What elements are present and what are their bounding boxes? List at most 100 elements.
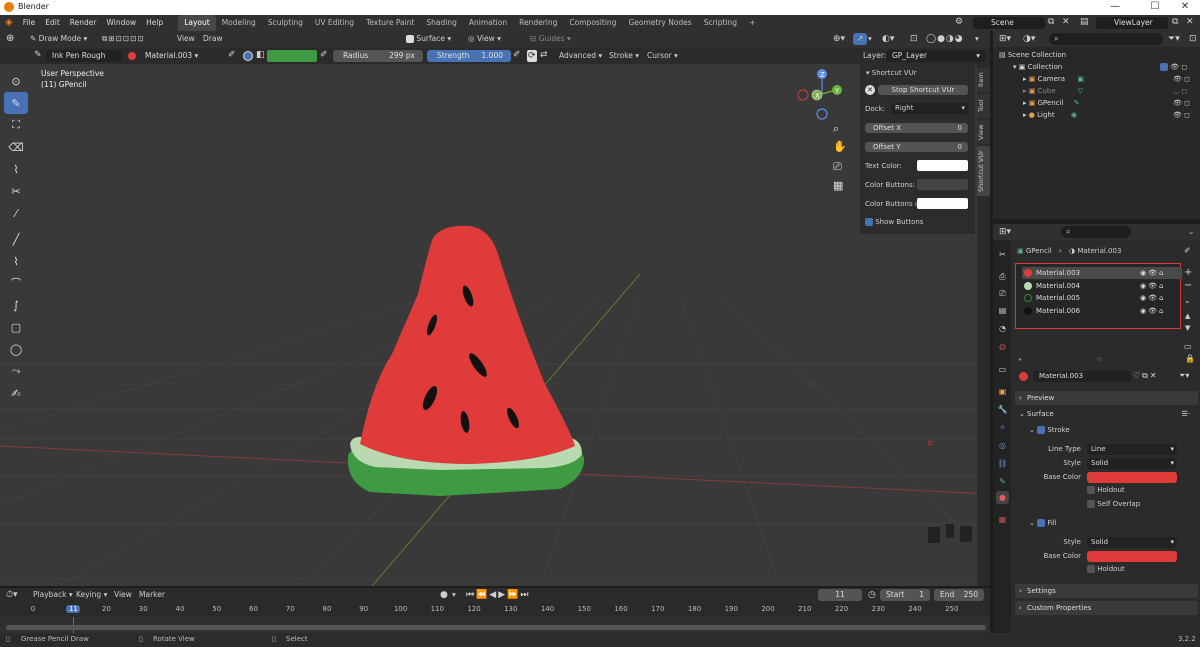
settings-panel-header[interactable]: › Settings — [1015, 584, 1198, 598]
end-frame-field[interactable]: End 250 — [934, 589, 984, 601]
pin-properties-icon[interactable]: ✐ — [1184, 246, 1191, 255]
offset-y-field[interactable]: Offset Y0 — [865, 142, 968, 152]
timeline-scrollbar[interactable] — [6, 625, 986, 630]
outliner-item-light[interactable]: ▸ ● Light ◉ 👁 ◻ — [993, 109, 1200, 121]
world-tab-icon[interactable]: ◍ — [996, 340, 1009, 353]
mode-selector[interactable]: ✎ Draw Mode ▾ — [30, 33, 87, 45]
surface-selector[interactable]: Surface ▾ — [406, 33, 451, 45]
advanced-dropdown[interactable]: Advanced ▾ — [559, 50, 602, 62]
secondary-pin-icon[interactable]: ✐ — [320, 50, 328, 60]
object-tab-icon[interactable]: ▣ — [996, 385, 1009, 398]
overlays-icon[interactable]: ◐▾ — [882, 33, 894, 45]
tab-item[interactable]: Item — [977, 68, 990, 92]
material-datablock-icons[interactable]: ♡⧉✕ — [1133, 371, 1159, 381]
holdout-checkbox[interactable]: Holdout — [1087, 486, 1125, 494]
modifier-tab-icon[interactable]: 🔧 — [996, 403, 1009, 416]
brush-color-swatch[interactable] — [267, 50, 317, 62]
timeline-editor-icon[interactable]: ⏱▾ — [6, 589, 18, 601]
radius-field[interactable]: Radius 299 px — [333, 50, 423, 62]
color-mode-material-icon[interactable] — [243, 51, 253, 61]
tab-texture-paint[interactable]: Texture Paint — [360, 15, 420, 31]
start-frame-field[interactable]: Start 1 — [880, 589, 930, 601]
stop-shortcut-button[interactable]: Stop Shortcut VUr — [878, 85, 968, 95]
delete-scene-icon[interactable]: ✕ — [1062, 17, 1070, 27]
3d-viewport[interactable]: Z Y X User Perspective (11) GPencil ⌕ ✋ … — [0, 64, 990, 586]
ortho-grid-icon[interactable]: ▦ — [833, 179, 843, 192]
fill-subpanel-header[interactable]: ⌄ Fill — [1029, 519, 1057, 527]
minimize-button[interactable]: — — [1100, 1, 1130, 12]
material-slot-item[interactable]: Material.004 ◉👁⌂ — [1022, 280, 1182, 292]
material-slot-item[interactable]: Material.003 ◉👁⌂ — [1022, 267, 1182, 279]
shading-dropdown-icon[interactable]: ▾ — [975, 33, 979, 45]
material-slot-toggles-icon[interactable]: ◉👁⌂ — [1140, 280, 1165, 292]
scene-collection-row[interactable]: ▤ Scene Collection — [993, 49, 1200, 61]
tab-rendering[interactable]: Rendering — [513, 15, 563, 31]
tab-modeling[interactable]: Modeling — [216, 15, 262, 31]
surface-panel-header[interactable]: ⌄ Surface ☰· — [1015, 407, 1198, 421]
view-layer-tab-icon[interactable]: ▤ — [996, 304, 1009, 317]
list-expand-icon[interactable]: ▸ — [1019, 356, 1022, 363]
material-specials-icon[interactable]: ⌄ — [1184, 296, 1191, 305]
fill-checkbox[interactable] — [1037, 519, 1046, 527]
outliner-editor-icon[interactable]: ⊞▾ — [999, 33, 1011, 45]
texture-tab-icon[interactable]: ▦ — [996, 513, 1009, 526]
pressure-strength-icon[interactable]: ✐ — [513, 50, 521, 60]
render-tab-icon[interactable]: ⎙ — [996, 270, 1009, 283]
interpolate-tool-icon[interactable]: ⤳ — [4, 360, 28, 382]
menu-help[interactable]: Help — [141, 15, 168, 31]
hide-others-icon[interactable]: ▭ — [1184, 342, 1192, 351]
annotate-tool-icon[interactable]: ✍ — [4, 382, 28, 404]
cursor-tool-icon[interactable]: ⊙ — [4, 70, 28, 92]
dock-dropdown[interactable]: Right ▾ — [891, 103, 968, 114]
menu-marker[interactable]: Marker — [139, 589, 165, 601]
stroke-base-color-swatch[interactable] — [1087, 472, 1177, 483]
gizmo-dropdown-icon[interactable]: ▾ — [868, 33, 872, 45]
style-dropdown[interactable]: Solid ▾ — [1087, 458, 1177, 469]
outliner-item-cube[interactable]: ▸ ▣ Cube ▽ ◡ ◻ — [993, 85, 1200, 97]
menu-keying[interactable]: Keying ▾ — [76, 589, 107, 601]
list-resize-handle[interactable]: ⦙⦙⦙ — [1097, 356, 1101, 364]
add-workspace-icon[interactable]: + — [743, 15, 761, 31]
tab-uv-editing[interactable]: UV Editing — [309, 15, 360, 31]
material-slot-list[interactable]: Material.003 ◉👁⌂ Material.004 ◉👁⌂ Material.0… — [1015, 263, 1182, 329]
material-slot-toggles-icon[interactable]: ◉👁⌂ — [1140, 305, 1165, 317]
outliner-item-camera[interactable]: ▸ ▣ Camera ▣ 👁 ◻ — [993, 73, 1200, 85]
properties-search-input[interactable]: ⌕ — [1061, 226, 1131, 238]
material-slot-item[interactable]: Material.006 ◉👁⌂ — [1022, 305, 1182, 317]
text-color-swatch[interactable] — [917, 160, 968, 171]
menu-draw[interactable]: Draw — [203, 33, 223, 45]
blender-menu-icon[interactable]: ◈ — [0, 15, 18, 31]
tint-tool-icon[interactable]: ⌇ — [4, 158, 28, 180]
brush-selector[interactable]: Ink Pen Rough — [46, 50, 122, 62]
menu-edit[interactable]: Edit — [40, 15, 65, 31]
tab-geometry-nodes[interactable]: Geometry Nodes — [622, 15, 697, 31]
new-scene-icon[interactable]: ⧉ — [1048, 17, 1054, 27]
custom-properties-panel-header[interactable]: › Custom Properties — [1015, 601, 1198, 615]
eyedropper-tool-icon[interactable]: ⁄ — [4, 202, 28, 224]
outliner-item-gpencil[interactable]: ▸ ▣ GPencil ✎ 👁 ◻ — [993, 97, 1200, 109]
pan-hand-icon[interactable]: ✋ — [833, 140, 847, 153]
material-slot-item[interactable]: Material.005 ◉👁⌂ — [1022, 292, 1182, 304]
draw-tool-icon[interactable]: ✎ — [4, 92, 28, 114]
scene-selector[interactable]: Scene — [973, 17, 1045, 29]
material-tab-icon[interactable]: ● — [996, 491, 1009, 504]
preview-panel-header[interactable]: › Preview — [1015, 391, 1198, 405]
timeline-area[interactable]: 0 11 20 30 40 50 60 70 80 90 100 110 120 130 140 150 160… — [0, 603, 990, 633]
offset-x-field[interactable]: Offset X0 — [865, 123, 968, 133]
filter-icon[interactable]: ⏷▾ — [1168, 33, 1180, 45]
physics-tab-icon[interactable]: ◎ — [996, 439, 1009, 452]
outliner-search-input[interactable]: ⌕ — [1049, 33, 1163, 45]
material-slot-toggles-icon[interactable]: ◉👁⌂ — [1140, 267, 1165, 279]
menu-timeline-view[interactable]: View — [114, 589, 132, 601]
tab-scripting[interactable]: Scripting — [698, 15, 743, 31]
effects-tab-icon[interactable]: ✧ — [996, 421, 1009, 434]
material-selector[interactable]: Material.003 ▾ — [139, 50, 225, 62]
current-frame-field[interactable]: 11 — [818, 589, 862, 601]
menu-file[interactable]: File — [18, 15, 41, 31]
tab-compositing[interactable]: Compositing — [563, 15, 622, 31]
surface-list-icon[interactable]: ☰· — [1181, 407, 1190, 421]
show-gizmo-icon[interactable]: ↗ — [853, 33, 867, 45]
view-layer-selector[interactable]: ViewLayer — [1096, 17, 1168, 29]
color-buttons-a-swatch[interactable] — [917, 198, 968, 209]
menu-render[interactable]: Render — [65, 15, 102, 31]
